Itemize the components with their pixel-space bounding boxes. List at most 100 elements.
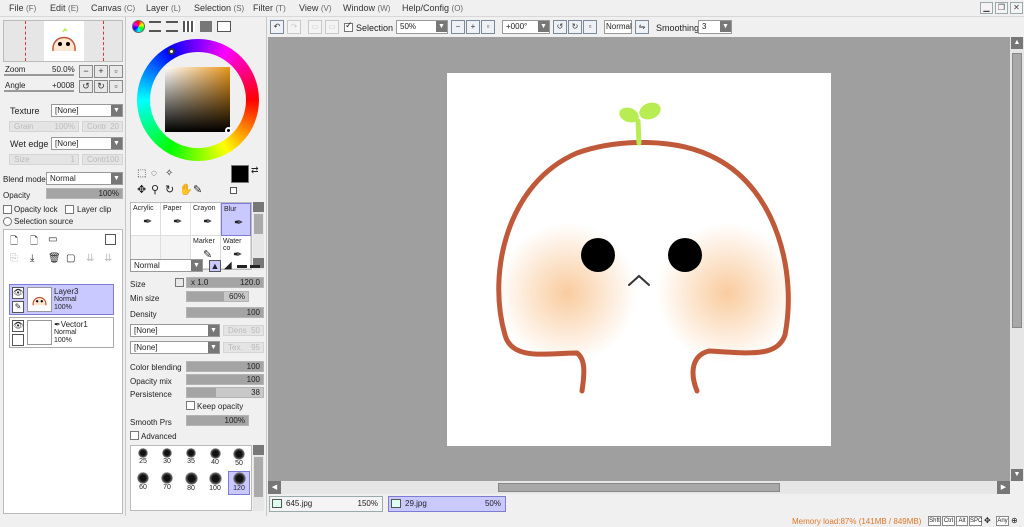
layer-item[interactable]: 👁 ✎ Layer3 Normal 100% — [9, 284, 114, 315]
rotate-left-button[interactable]: ↺ — [79, 80, 93, 93]
opacity-lock-checkbox[interactable] — [3, 205, 12, 214]
scratch-pad-tab-icon[interactable] — [200, 21, 212, 32]
brush-size-80[interactable]: 80 — [180, 472, 202, 494]
persistence-slider[interactable]: 38 — [186, 387, 264, 398]
zoom-out-button[interactable]: − — [79, 65, 93, 78]
new-layer-icon[interactable]: 🗋 — [10, 234, 18, 251]
scroll-thumb[interactable] — [254, 457, 263, 497]
wet-contr-slider[interactable]: Contr 100 — [82, 154, 123, 165]
menu-window[interactable]: Window (W) — [343, 3, 390, 13]
close-button[interactable]: ✕ — [1010, 2, 1023, 14]
brush-size-35[interactable]: 35 — [180, 448, 202, 470]
horizontal-scrollbar[interactable]: ◀ ▶ — [268, 481, 1010, 494]
flip-horizontal-icon[interactable]: ⇋ — [635, 20, 649, 34]
zoom-select[interactable]: 50% ▼ — [396, 20, 448, 34]
mixer-tab-icon[interactable] — [217, 21, 231, 32]
dens-slider[interactable]: Dens 50 — [223, 325, 264, 336]
sv-marker[interactable] — [225, 127, 232, 134]
magic-wand-icon[interactable]: ✧ — [165, 168, 173, 179]
zoom-in-icon[interactable]: + — [466, 20, 480, 34]
tip-shape-sharp-icon[interactable]: ▲ — [209, 260, 221, 272]
document-tab-29[interactable]: 29.jpg 50% — [388, 496, 506, 512]
layer-item[interactable]: 👁 ✒Vector1 Normal 100% — [9, 317, 114, 348]
texture-contr-slider[interactable]: Contr 20 — [82, 121, 123, 132]
eye-icon[interactable]: 👁 — [12, 320, 24, 332]
trash-icon[interactable]: 🗑 — [48, 253, 61, 264]
brush-size-scrollbar[interactable] — [253, 445, 264, 511]
brush-size-100[interactable]: 100 — [204, 472, 226, 494]
rotate-icon[interactable]: ↻ — [165, 183, 174, 196]
min-size-slider[interactable]: 60% — [186, 291, 249, 302]
undo-icon[interactable]: ↶ — [270, 20, 284, 34]
document-tab-645[interactable]: 645.jpg 150% — [269, 496, 383, 512]
brush-paper[interactable]: Paper ✒ — [161, 203, 191, 236]
saturation-value-square[interactable] — [165, 67, 230, 132]
brush-size-70[interactable]: 70 — [156, 472, 178, 494]
brush-size-60[interactable]: 60 — [132, 472, 154, 494]
lock-slot-icon[interactable] — [12, 334, 24, 346]
new-folder-icon[interactable]: ▭ — [48, 234, 57, 245]
layer-clip-checkbox[interactable] — [65, 205, 74, 214]
menu-filter[interactable]: Filter (T) — [253, 3, 286, 13]
merge-down-icon[interactable]: ⤓ — [30, 253, 34, 264]
rotate-reset-icon[interactable]: ▫ — [583, 20, 597, 34]
color-wheel[interactable] — [137, 39, 259, 161]
new-vector-layer-icon[interactable]: 🗋 — [30, 234, 38, 251]
transparent-color-icon[interactable] — [230, 187, 237, 194]
scroll-up-icon[interactable] — [253, 202, 264, 212]
menu-selection[interactable]: Selection (S) — [194, 3, 244, 13]
move-icon[interactable]: ✥ — [137, 183, 146, 196]
menu-edit[interactable]: Edit (E) — [50, 3, 79, 13]
canvas-paper[interactable] — [447, 73, 831, 446]
vertical-scrollbar[interactable]: ▲ ▼ — [1010, 37, 1024, 481]
rotate-right-button[interactable]: ↻ — [94, 80, 108, 93]
wet-size-slider[interactable]: Size 1 — [9, 154, 79, 165]
zoom-reset-button[interactable]: ▫ — [109, 65, 123, 78]
brush-size-40[interactable]: 40 — [204, 448, 226, 470]
smooth-prs-slider[interactable]: 100% — [186, 415, 249, 426]
tip-shape-soft-icon[interactable]: ▬ — [237, 260, 247, 271]
brush-size-50[interactable]: 50 — [228, 448, 250, 470]
scroll-thumb[interactable] — [254, 214, 263, 234]
lasso-icon[interactable]: ◌ — [151, 168, 157, 179]
keep-opacity-checkbox[interactable] — [186, 401, 195, 410]
tip-shape-flat-icon[interactable]: ▬ — [250, 260, 260, 271]
brush-texture-select[interactable]: [None] ▼ — [130, 341, 220, 354]
hand-icon[interactable]: ✋ — [179, 183, 193, 196]
primary-color-swatch[interactable] — [231, 165, 249, 183]
navigator-preview[interactable] — [3, 20, 123, 62]
rotation-select[interactable]: +000° ▼ — [502, 20, 550, 34]
density-slider[interactable]: 100 — [186, 307, 264, 318]
size-menu-button[interactable] — [175, 278, 184, 287]
restore-button[interactable]: ❐ — [995, 2, 1008, 14]
zoom-out-icon[interactable]: − — [451, 20, 465, 34]
zoom-in-button[interactable]: + — [94, 65, 108, 78]
rect-select-icon[interactable]: ⬚ — [137, 168, 146, 179]
tip-shape-medium-icon[interactable]: ◢ — [224, 260, 232, 271]
zoom-slider[interactable] — [4, 74, 74, 76]
hsv-slider-tab-icon[interactable] — [166, 21, 178, 32]
swap-colors-icon[interactable]: ⇄ — [251, 165, 259, 176]
color-wheel-tab-icon[interactable] — [132, 20, 145, 33]
tex-slider[interactable]: Tex. 95 — [223, 342, 264, 353]
color-blending-slider[interactable]: 100 — [186, 361, 264, 372]
view-mode-select[interactable]: Normal — [604, 20, 632, 34]
canvas-viewport[interactable] — [268, 37, 1010, 481]
opacity-slider[interactable]: 100% — [46, 188, 123, 199]
layer-mask-icon[interactable] — [105, 234, 116, 245]
clear-layer-icon[interactable]: ▢ — [66, 253, 75, 264]
scroll-left-icon[interactable]: ◀ — [268, 481, 281, 494]
smoothing-select[interactable]: 3 ▼ — [698, 20, 732, 34]
brush-size-25[interactable]: 25 — [132, 448, 154, 470]
vertical-scroll-thumb[interactable] — [1012, 53, 1022, 328]
brush-acrylic[interactable]: Acrylic ✒ — [131, 203, 161, 236]
brush-crayon[interactable]: Crayon ✒ — [191, 203, 221, 236]
eye-icon[interactable]: 👁 — [12, 287, 24, 299]
grain-slider[interactable]: Grain 100% — [9, 121, 79, 132]
menu-layer[interactable]: Layer (L) — [146, 3, 181, 13]
rotate-cw-icon[interactable]: ↻ — [568, 20, 582, 34]
hue-marker[interactable] — [168, 48, 175, 55]
brush-shape-select[interactable]: [None] ▼ — [130, 324, 220, 337]
rotate-reset-button[interactable]: ▫ — [109, 80, 123, 93]
brush-blur[interactable]: Blur ✒ — [221, 203, 251, 236]
